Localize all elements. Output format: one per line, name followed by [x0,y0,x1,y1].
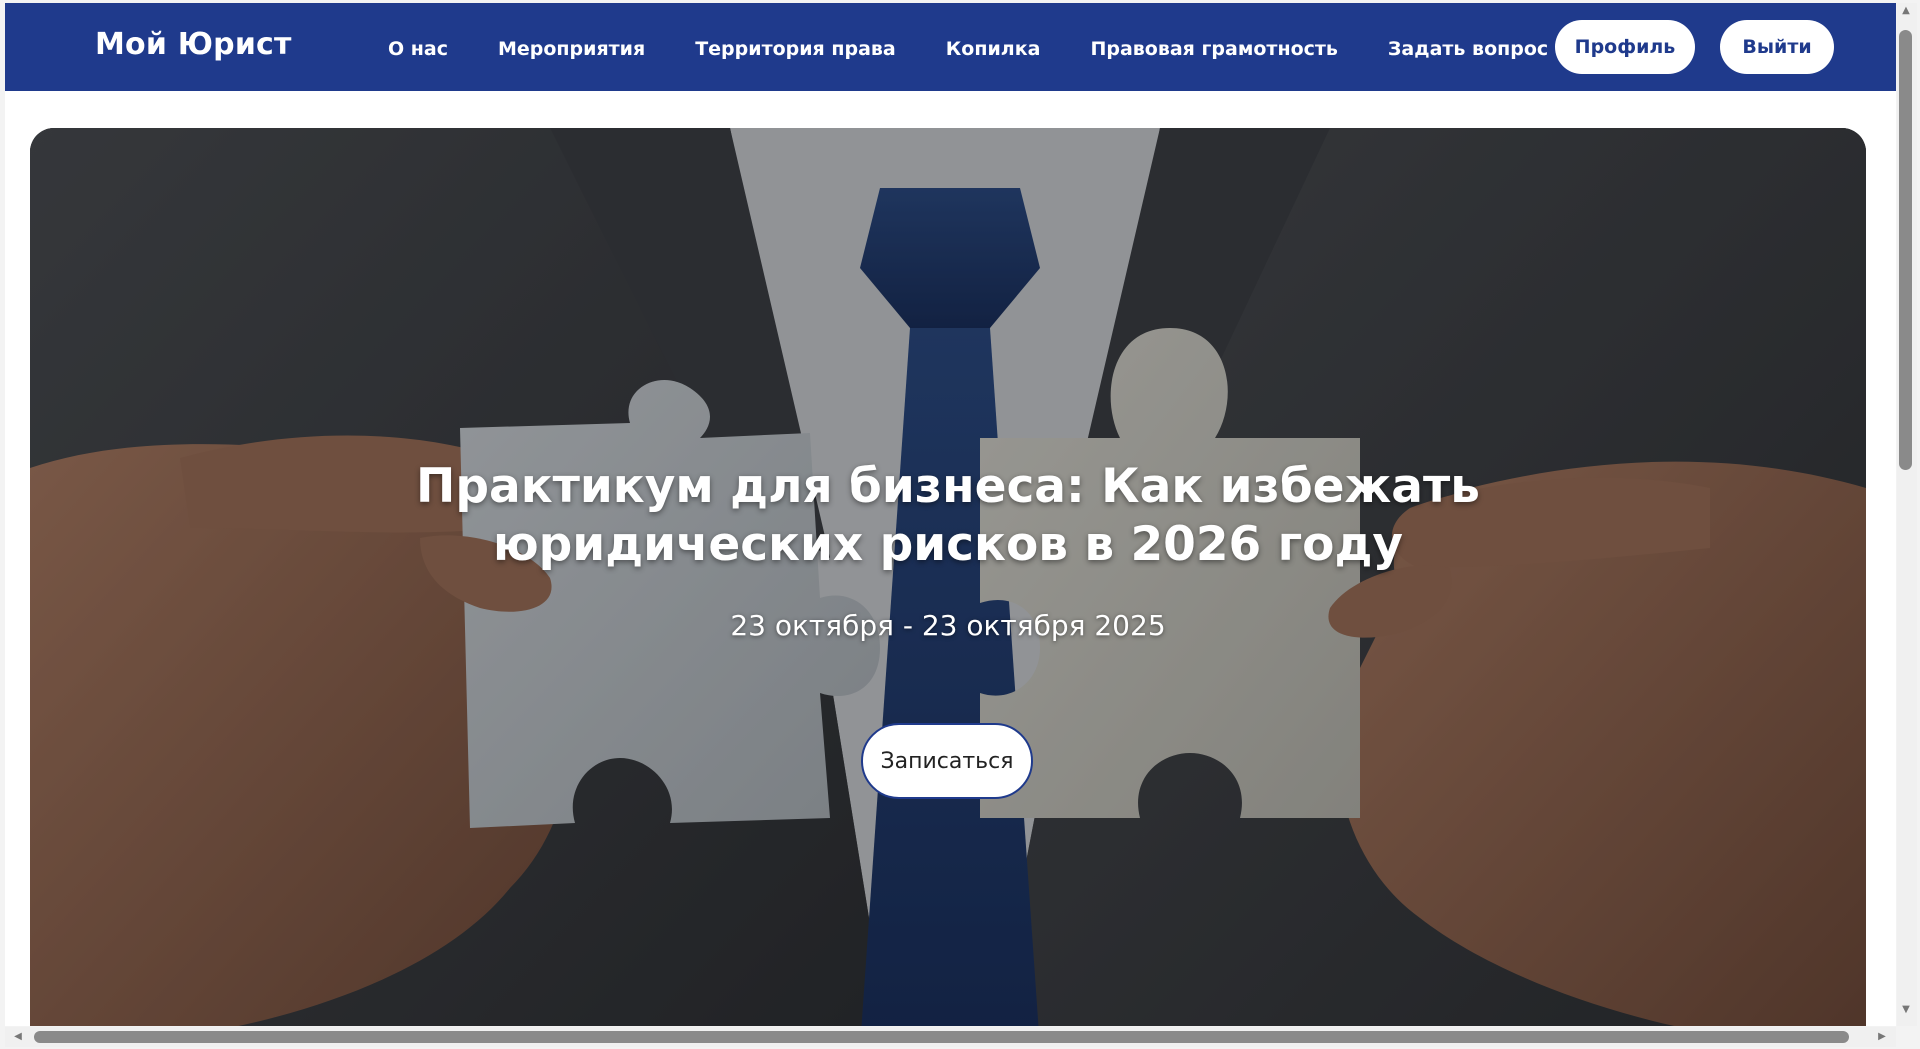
site-logo[interactable]: Мой Юрист [95,25,292,65]
nav-item-legal-literacy[interactable]: Правовая грамотность [1090,37,1337,61]
nav-item-events[interactable]: Мероприятия [498,37,645,61]
browser-frame: Мой Юрист О нас Мероприятия Территория п… [0,0,1920,1049]
scroll-up-arrow-icon[interactable]: ▲ [1900,5,1912,17]
event-date: 23 октября - 23 октября 2025 [730,609,1166,642]
nav-item-about[interactable]: О нас [388,37,448,61]
register-button[interactable]: Записаться [861,723,1033,799]
scroll-right-arrow-icon[interactable]: ▶ [1876,1031,1888,1043]
main-nav: О нас Мероприятия Территория права Копил… [388,37,1548,61]
page-viewport: Мой Юрист О нас Мероприятия Территория п… [5,3,1896,1026]
scroll-down-arrow-icon[interactable]: ▼ [1900,1004,1912,1016]
nav-item-ask-question[interactable]: Задать вопрос [1388,37,1548,61]
horizontal-scrollbar-thumb[interactable] [34,1031,1849,1043]
hero-banner: Практикум для бизнеса: Как избежать юрид… [30,128,1866,1026]
hero-dim-overlay [30,128,1866,1026]
logout-button[interactable]: Выйти [1720,20,1834,74]
nav-item-piggy-bank[interactable]: Копилка [946,37,1041,61]
vertical-scrollbar-thumb[interactable] [1899,30,1912,470]
profile-button[interactable]: Профиль [1555,20,1695,74]
hero-title: Практикум для бизнеса: Как избежать юрид… [416,459,1480,572]
nav-item-law-territory[interactable]: Территория права [695,37,896,61]
scroll-left-arrow-icon[interactable]: ◀ [12,1031,24,1043]
site-header: Мой Юрист О нас Мероприятия Территория п… [5,3,1896,91]
